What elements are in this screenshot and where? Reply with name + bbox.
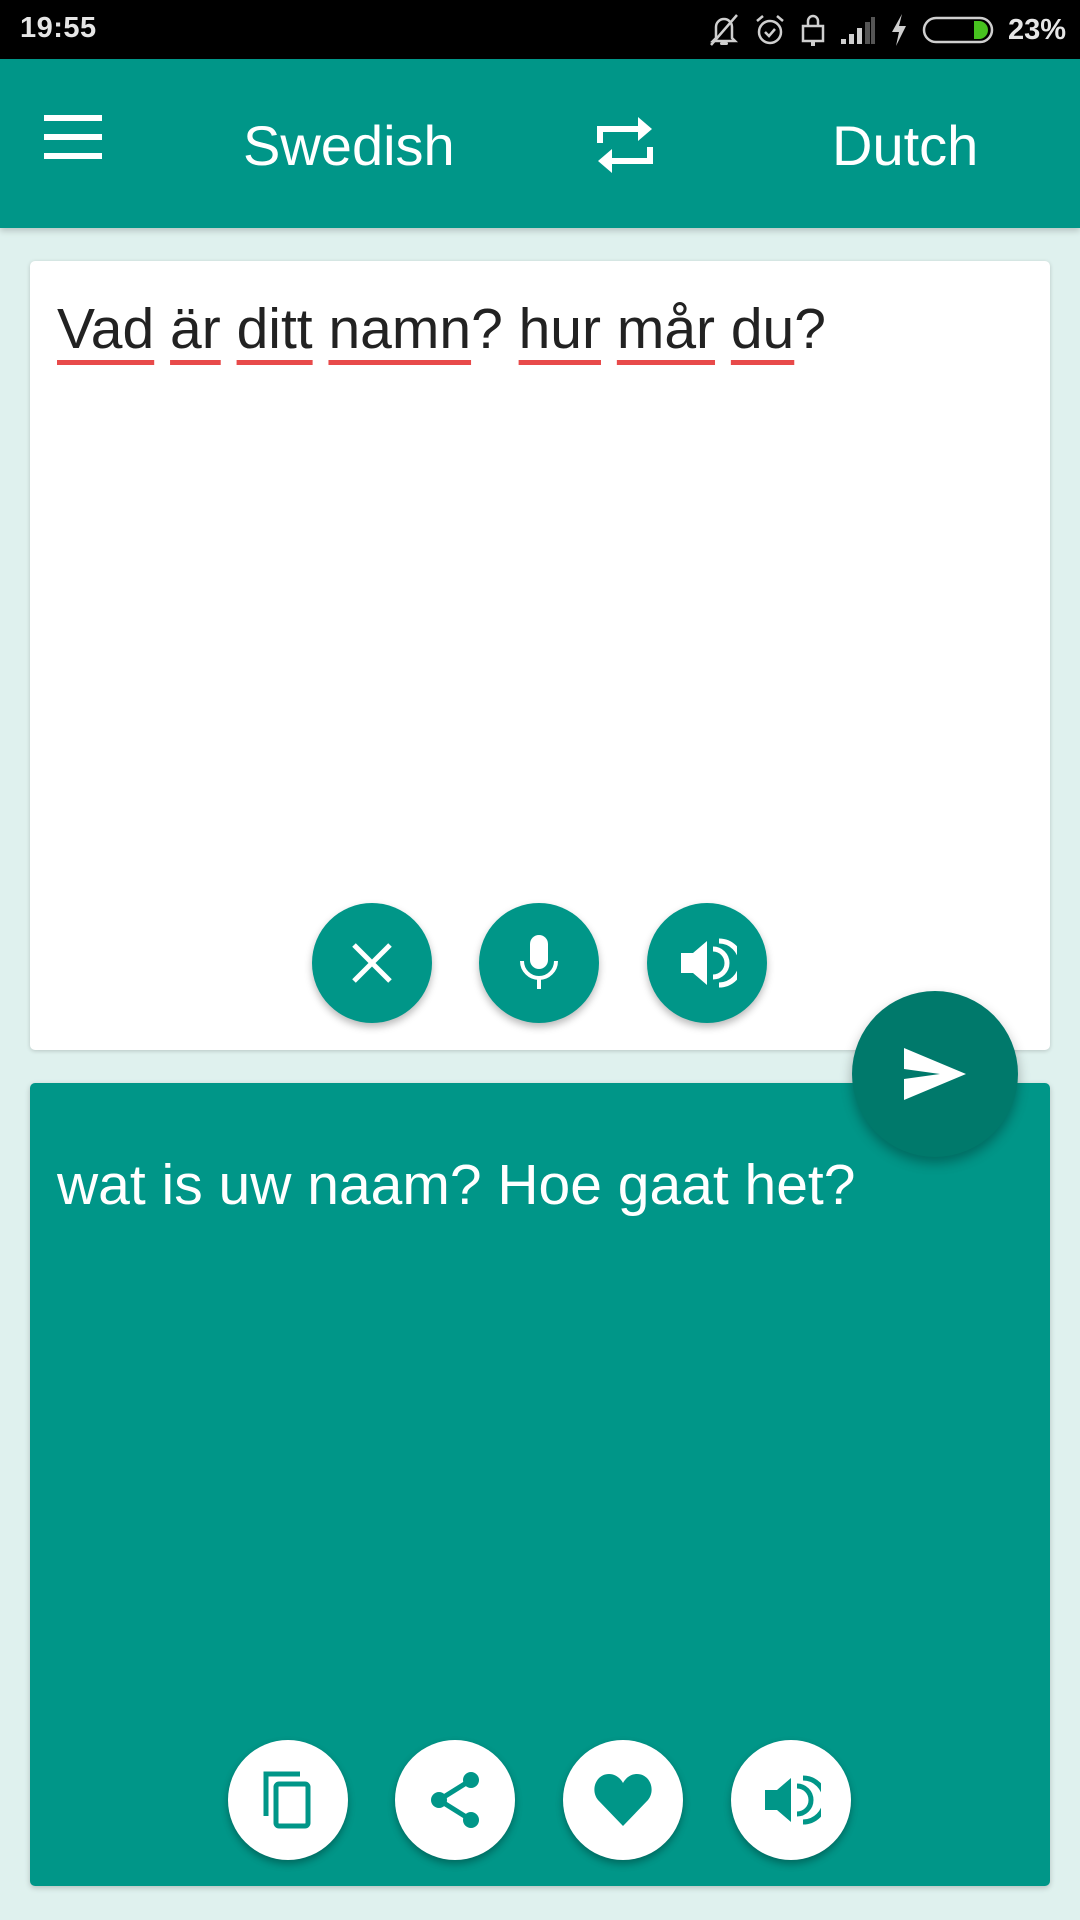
target-language-selector[interactable]: Dutch — [832, 113, 978, 178]
translate-button[interactable] — [852, 991, 1018, 1157]
close-icon — [352, 943, 392, 983]
status-icons: 23% — [708, 10, 1066, 50]
source-word: hur — [518, 297, 601, 361]
share-button[interactable] — [395, 1740, 515, 1860]
speaker-icon — [681, 938, 737, 988]
battery-percent: 23% — [1007, 13, 1066, 46]
battery-icon — [922, 16, 994, 44]
source-punct: ? — [794, 297, 826, 361]
status-time: 19:55 — [20, 12, 97, 44]
alarm-icon — [756, 15, 784, 45]
source-word: du — [730, 297, 795, 361]
source-text-card: Vad är ditt namn? hur mår du? — [30, 261, 1050, 1050]
speaker-icon — [765, 1775, 821, 1825]
source-punct: ? — [471, 297, 503, 361]
app-bar: Swedish Dutch — [0, 59, 1080, 228]
lock-icon — [801, 14, 825, 46]
copy-icon — [263, 1771, 311, 1829]
source-word: mår — [616, 297, 716, 361]
source-text-input[interactable]: Vad är ditt namn? hur mår du? — [57, 295, 1023, 363]
menu-button[interactable] — [44, 115, 114, 175]
copy-button[interactable] — [228, 1740, 348, 1860]
send-icon — [904, 1048, 966, 1100]
heart-icon — [594, 1774, 652, 1826]
clear-button[interactable] — [312, 903, 432, 1023]
swap-languages-button[interactable] — [590, 109, 660, 181]
translation-card: wat is uw naam? Hoe gaat het? — [30, 1083, 1050, 1886]
source-word: är — [170, 297, 221, 361]
translation-text: wat is uw naam? Hoe gaat het? — [57, 1153, 856, 1217]
status-bar: 19:55 23% — [0, 0, 1080, 59]
source-word: ditt — [236, 297, 313, 361]
source-word: Vad — [57, 297, 155, 361]
voice-input-button[interactable] — [479, 903, 599, 1023]
hamburger-menu-icon — [44, 115, 102, 159]
share-icon — [431, 1772, 479, 1828]
speak-source-button[interactable] — [647, 903, 767, 1023]
notifications-off-icon — [709, 14, 738, 46]
source-word: namn — [328, 297, 472, 361]
microphone-icon — [520, 935, 558, 989]
source-language-selector[interactable]: Swedish — [243, 113, 455, 178]
favorite-button[interactable] — [563, 1740, 683, 1860]
signal-icon — [840, 17, 875, 44]
charging-icon — [891, 14, 906, 46]
speak-translation-button[interactable] — [731, 1740, 851, 1860]
swap-languages-icon — [597, 117, 653, 173]
